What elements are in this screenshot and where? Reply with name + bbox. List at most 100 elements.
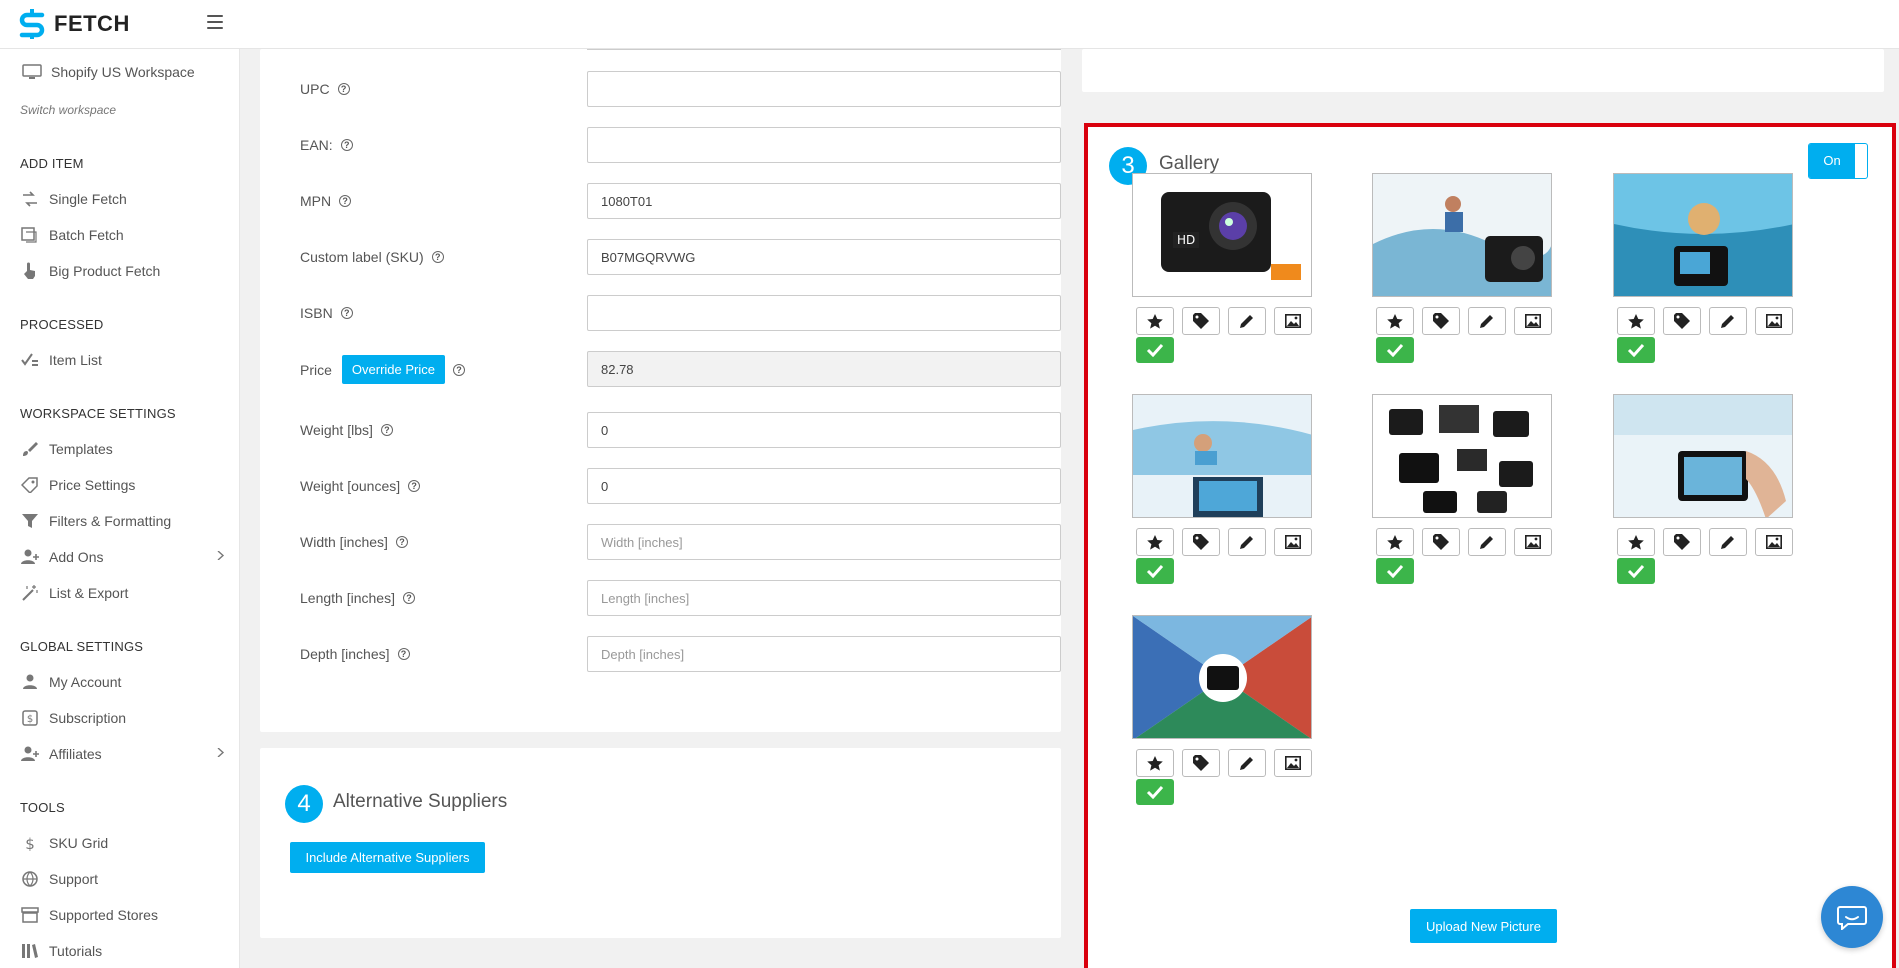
tag-image-button[interactable] (1182, 749, 1220, 777)
sidebar-item-item-list[interactable]: Item List (20, 351, 225, 369)
star-image-button[interactable] (1617, 307, 1655, 335)
gallery-image[interactable] (1613, 173, 1793, 297)
gallery-image[interactable] (1613, 394, 1793, 518)
product-details-panel: UPC? EAN:? MPN? Custom label (SKU)? ISBN… (260, 49, 1061, 732)
sku-input[interactable] (587, 239, 1061, 275)
tag-image-button[interactable] (1182, 307, 1220, 335)
gallery-image[interactable] (1372, 173, 1552, 297)
sidebar-item-sku-grid[interactable]: $ SKU Grid (20, 834, 225, 852)
tag-image-button[interactable] (1663, 528, 1701, 556)
checkmark-icon (1627, 343, 1645, 357)
star-image-button[interactable] (1376, 528, 1414, 556)
tag-image-button[interactable] (1182, 528, 1220, 556)
sidebar-item-add-ons[interactable]: Add Ons (20, 548, 225, 566)
image-selected-checkbox[interactable] (1136, 558, 1174, 584)
pencil-image-button[interactable] (1228, 528, 1266, 556)
tag-icon (1193, 313, 1209, 329)
image-image-button[interactable] (1274, 528, 1312, 556)
image-selected-checkbox[interactable] (1617, 558, 1655, 584)
depth-input[interactable] (587, 636, 1061, 672)
pencil-image-button[interactable] (1468, 307, 1506, 335)
upc-input[interactable] (587, 71, 1061, 107)
sidebar-item-price-settings[interactable]: Price Settings (20, 476, 225, 494)
image-image-button[interactable] (1274, 749, 1312, 777)
sidebar-item-support[interactable]: Support (20, 870, 225, 888)
gallery-image[interactable] (1132, 394, 1312, 518)
sidebar-item-tutorials[interactable]: Tutorials (20, 942, 225, 960)
image-image-button[interactable] (1514, 307, 1552, 335)
image-selected-checkbox[interactable] (1136, 779, 1174, 805)
mpn-input[interactable] (587, 183, 1061, 219)
weight-lbs-input[interactable] (587, 412, 1061, 448)
help-icon[interactable]: ? (452, 363, 465, 376)
star-image-button[interactable] (1136, 528, 1174, 556)
workspace-selector[interactable]: Shopify US Workspace (22, 64, 195, 80)
image-image-button[interactable] (1274, 307, 1312, 335)
pencil-image-button[interactable] (1709, 528, 1747, 556)
gallery-toggle[interactable]: On (1808, 143, 1868, 179)
help-icon[interactable]: ? (380, 424, 393, 436)
sidebar-item-single-fetch[interactable]: Single Fetch (20, 190, 225, 208)
gallery-image[interactable] (1372, 394, 1552, 518)
step-number-badge: 4 (285, 785, 323, 823)
tag-image-button[interactable] (1422, 528, 1460, 556)
star-image-button[interactable] (1617, 528, 1655, 556)
sidebar-item-subscription[interactable]: $ Subscription (20, 709, 225, 727)
previous-field-edge (587, 49, 1061, 50)
isbn-input[interactable] (587, 295, 1061, 331)
help-icon[interactable]: ? (431, 251, 444, 263)
image-selected-checkbox[interactable] (1617, 337, 1655, 363)
image-image-button[interactable] (1514, 528, 1552, 556)
help-icon[interactable]: ? (395, 536, 408, 548)
menu-toggle-icon[interactable] (207, 15, 223, 29)
toggle-on-label: On (1809, 144, 1855, 178)
help-icon[interactable]: ? (397, 648, 410, 660)
sidebar-item-big-product-fetch[interactable]: Big Product Fetch (20, 262, 225, 280)
star-image-button[interactable] (1136, 749, 1174, 777)
help-icon[interactable]: ? (340, 139, 353, 151)
length-input[interactable] (587, 580, 1061, 616)
pencil-image-button[interactable] (1228, 749, 1266, 777)
pencil-image-button[interactable] (1228, 307, 1266, 335)
gallery-image[interactable]: HD (1132, 173, 1312, 297)
sidebar-item-supported-stores[interactable]: Supported Stores (20, 906, 225, 924)
sidebar-item-filters-formatting[interactable]: Filters & Formatting (20, 512, 225, 530)
tag-image-button[interactable] (1663, 307, 1701, 335)
override-price-button[interactable]: Override Price (341, 355, 445, 384)
price-input[interactable] (587, 351, 1061, 387)
gallery-image[interactable] (1132, 615, 1312, 739)
sidebar-item-list-export[interactable]: List & Export (20, 584, 225, 602)
image-selected-checkbox[interactable] (1376, 337, 1414, 363)
star-image-button[interactable] (1136, 307, 1174, 335)
help-icon[interactable]: ? (337, 83, 350, 95)
monitor-icon (22, 64, 42, 79)
width-input[interactable] (587, 524, 1061, 560)
image-image-button[interactable] (1755, 307, 1793, 335)
sidebar: Shopify US Workspace Switch workspace AD… (0, 49, 240, 968)
weight-ounces-input[interactable] (587, 468, 1061, 504)
sidebar-item-batch-fetch[interactable]: Batch Fetch (20, 226, 225, 244)
books-icon (20, 942, 40, 960)
fetch-logo[interactable]: FETCH (18, 9, 130, 39)
sidebar-item-my-account[interactable]: My Account (20, 673, 225, 691)
tag-image-button[interactable] (1422, 307, 1460, 335)
sidebar-item-templates[interactable]: Templates (20, 440, 225, 458)
help-icon[interactable]: ? (339, 195, 352, 207)
ean-input[interactable] (587, 127, 1061, 163)
sidebar-item-affiliates[interactable]: Affiliates (20, 745, 225, 763)
image-image-button[interactable] (1755, 528, 1793, 556)
help-icon[interactable]: ? (402, 592, 415, 604)
image-selected-checkbox[interactable] (1376, 558, 1414, 584)
image-selected-checkbox[interactable] (1136, 337, 1174, 363)
ean-row: EAN:? (300, 127, 1061, 163)
chat-button[interactable] (1821, 886, 1883, 948)
image-icon (1285, 756, 1301, 770)
help-icon[interactable]: ? (408, 480, 421, 492)
pencil-image-button[interactable] (1709, 307, 1747, 335)
upload-new-picture-button[interactable]: Upload New Picture (1410, 909, 1557, 943)
help-icon[interactable]: ? (340, 307, 353, 319)
pencil-image-button[interactable] (1468, 528, 1506, 556)
include-alternative-suppliers-button[interactable]: Include Alternative Suppliers (290, 842, 485, 873)
switch-workspace-link[interactable]: Switch workspace (20, 103, 116, 117)
star-image-button[interactable] (1376, 307, 1414, 335)
